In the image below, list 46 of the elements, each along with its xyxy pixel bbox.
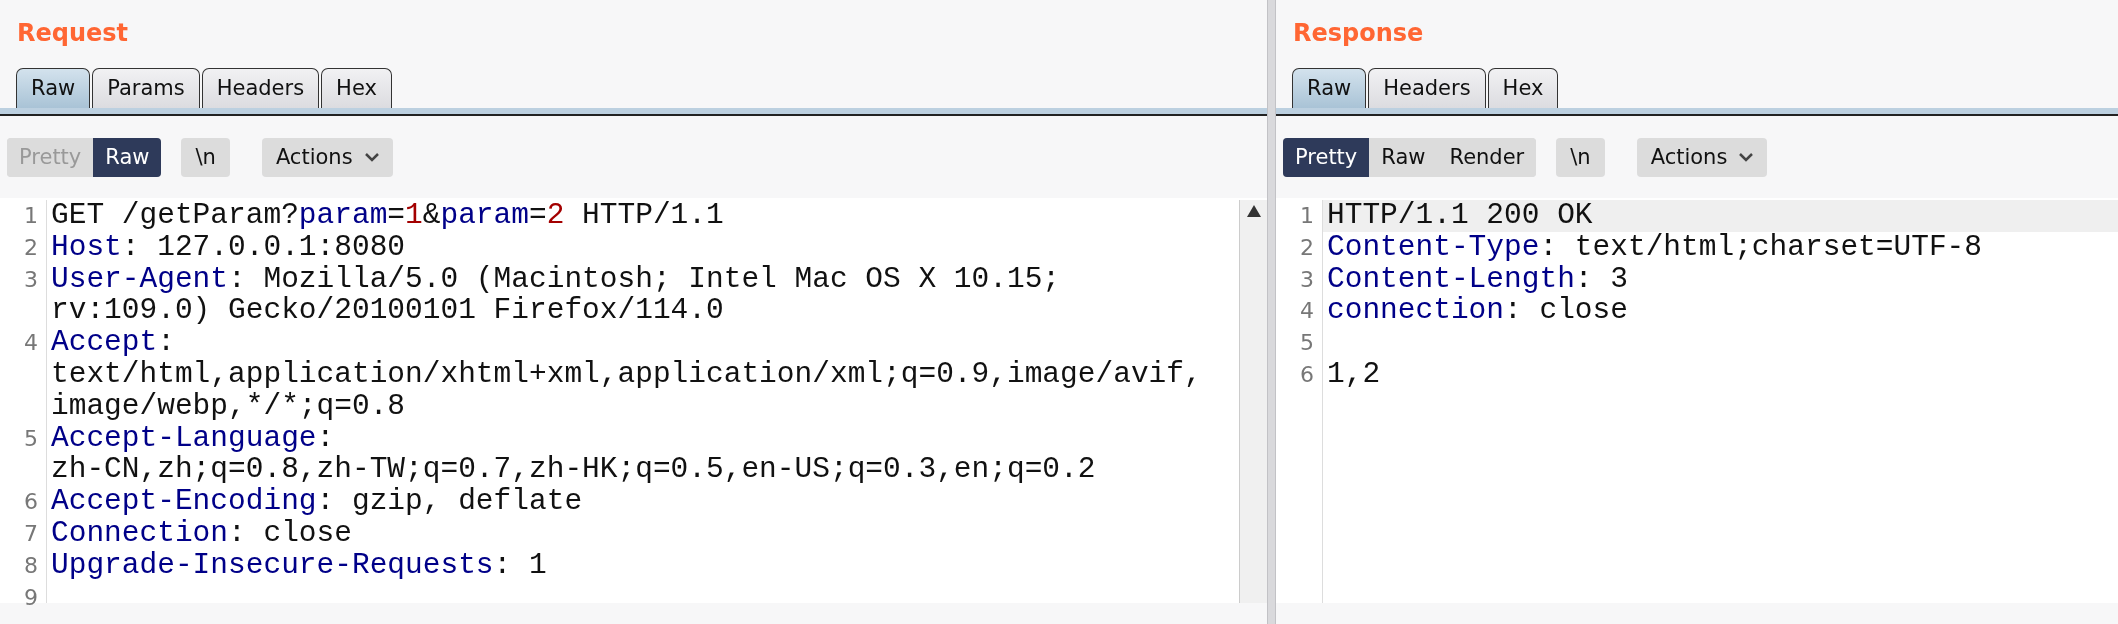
code-line: GET /getParam?param=1&param=2 HTTP/1.1	[50, 200, 725, 232]
line-number: 6	[1299, 361, 1315, 389]
actions-button[interactable]: Actions	[261, 138, 393, 177]
pane-title: Response	[1292, 18, 1424, 49]
code-line: 1,2	[1326, 359, 1382, 391]
tab[interactable]: Hex	[321, 68, 392, 108]
pane-title: Request	[16, 18, 129, 49]
line-number: 3	[1299, 265, 1315, 294]
newline-button[interactable]: \n	[181, 138, 230, 177]
line-number: 2	[1299, 233, 1315, 262]
line-number: 4	[1299, 297, 1315, 326]
line-number: 8	[23, 551, 39, 580]
line-number: 2	[23, 233, 39, 262]
line-number: 5	[1299, 329, 1315, 358]
code-line: Host: 127.0.0.1:8080	[50, 231, 407, 264]
code-line: Upgrade-Insecure-Requests: 1	[50, 549, 548, 582]
view-mode-button[interactable]: Raw	[93, 138, 162, 177]
tab[interactable]: Raw	[1292, 68, 1367, 108]
scroll-up-icon[interactable]	[1245, 204, 1262, 218]
line-number: 4	[23, 329, 39, 358]
tab[interactable]: Headers	[1368, 68, 1486, 108]
actions-button[interactable]: Actions	[1636, 138, 1768, 177]
scrollbar[interactable]	[1239, 200, 1267, 603]
line-number: 9	[23, 583, 39, 612]
tab[interactable]: Headers	[201, 68, 320, 108]
view-mode-button[interactable]: Pretty	[1283, 138, 1370, 177]
code-line: Accept: text/html,application/xhtml+xml,application/xml;q=0.9,image/avif, image/webp,*/*;q=0.8	[50, 327, 1203, 423]
line-number: 1	[1299, 202, 1315, 230]
line-number: 6	[23, 488, 39, 517]
chevron-down-icon	[364, 153, 379, 162]
code-line: connection: close	[1326, 295, 1629, 328]
tab[interactable]: Hex	[1487, 68, 1559, 108]
code-line: Content-Length: 3	[1326, 263, 1629, 296]
tab[interactable]: Params	[92, 68, 200, 108]
line-number: 7	[23, 519, 39, 548]
code-line: Content-Type: text/html;charset=UTF-8	[1326, 231, 1983, 264]
code-line: Connection: close	[50, 517, 353, 550]
line-number: 5	[23, 424, 39, 453]
code-line: User-Agent: Mozilla/5.0 (Macintosh; Intel Mac OS X 10.15; rv:109.0) Gecko/20100101 Firefox/114.0	[50, 263, 1062, 328]
code-line: Accept-Language: zh-CN,zh;q=0.8,zh-TW;q=0.7,zh-HK;q=0.5,en-US;q=0.3,en;q=0.2	[50, 422, 1097, 487]
newline-button[interactable]: \n	[1556, 138, 1605, 177]
chevron-down-icon	[1739, 153, 1754, 162]
code-line: Accept-Encoding: gzip, deflate	[50, 486, 584, 518]
line-number: 3	[23, 265, 39, 294]
tab[interactable]: Raw	[16, 68, 91, 108]
line-number: 1	[23, 202, 39, 230]
